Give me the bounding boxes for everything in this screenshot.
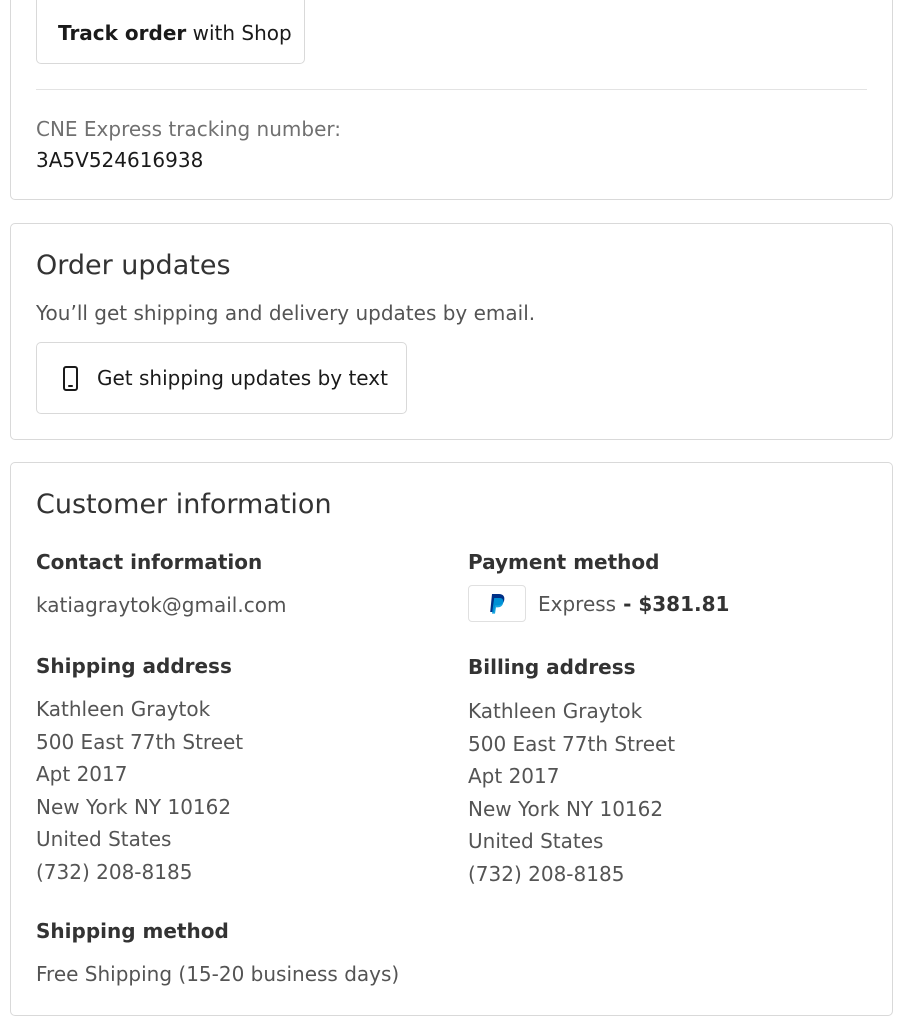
order-updates-title: Order updates: [36, 250, 231, 281]
paypal-icon: [468, 585, 526, 622]
billing-address-apt: Apt 2017: [468, 764, 560, 789]
billing-address-label: Billing address: [468, 655, 636, 679]
track-order-label-rest: with Shop: [186, 20, 292, 45]
billing-address: Kathleen Graytok 500 East 77th Street Ap…: [468, 695, 675, 891]
payment-method-label: Payment method: [468, 550, 660, 574]
divider: [36, 89, 867, 90]
tracking-card: Track order with Shop CNE Express tracki…: [10, 0, 893, 200]
sms-updates-button[interactable]: Get shipping updates by text: [36, 342, 407, 414]
billing-address-phone: (732) 208-8185: [468, 861, 625, 886]
shipping-address-apt: Apt 2017: [36, 762, 128, 787]
payment-method-name: Express: [538, 591, 617, 616]
order-updates-card: Order updates You’ll get shipping and de…: [10, 223, 893, 440]
payment-method: Express - $381.81: [468, 585, 729, 622]
shipping-method-label: Shipping method: [36, 919, 229, 943]
shipping-method-value: Free Shipping (15-20 business days): [36, 962, 400, 986]
order-updates-description: You’ll get shipping and delivery updates…: [36, 301, 536, 325]
billing-address-city: New York NY 10162: [468, 796, 664, 821]
sms-updates-label: Get shipping updates by text: [97, 366, 388, 390]
shipping-address-city: New York NY 10162: [36, 794, 232, 819]
tracking-number-label: CNE Express tracking number:: [36, 117, 341, 141]
track-order-label-bold: Track order: [58, 20, 187, 45]
billing-address-name: Kathleen Graytok: [468, 699, 643, 723]
shipping-address-label: Shipping address: [36, 654, 232, 678]
billing-address-street: 500 East 77th Street: [468, 731, 676, 756]
billing-address-country: United States: [468, 829, 604, 854]
shipping-address-street: 500 East 77th Street: [36, 729, 244, 754]
contact-email: katiagraytok@gmail.com: [36, 593, 287, 617]
phone-icon: [63, 365, 78, 391]
track-order-button[interactable]: Track order with Shop: [36, 0, 305, 64]
shipping-address: Kathleen Graytok 500 East 77th Street Ap…: [36, 693, 243, 889]
tracking-number: 3A5V524616938: [36, 148, 204, 172]
shipping-address-country: United States: [36, 827, 172, 852]
customer-information-card: Customer information Contact information…: [10, 462, 893, 1016]
payment-amount: - $381.81: [616, 591, 730, 616]
shipping-address-phone: (732) 208-8185: [36, 859, 193, 884]
customer-information-title: Customer information: [36, 489, 332, 520]
shipping-address-name: Kathleen Graytok: [36, 697, 211, 721]
contact-information-label: Contact information: [36, 550, 263, 574]
